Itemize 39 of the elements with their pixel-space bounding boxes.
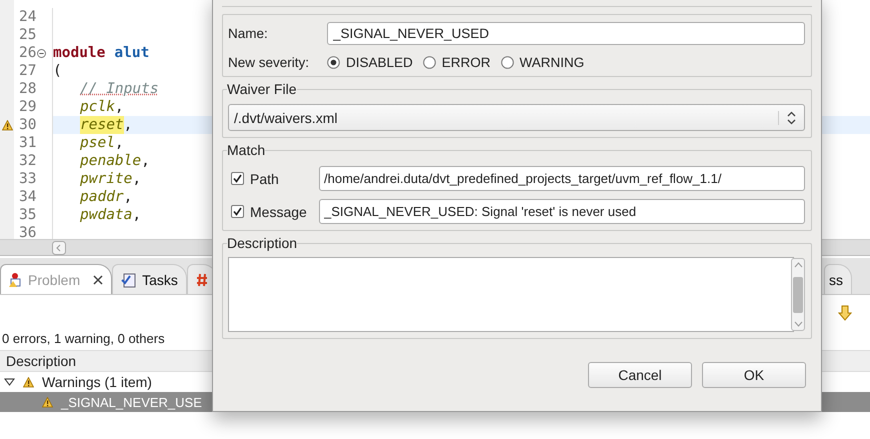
code-token: ,: [124, 188, 132, 206]
line-number: 31: [19, 134, 36, 152]
code-token: paddr: [80, 188, 124, 206]
line-number: 35: [19, 206, 36, 224]
line-number: 36: [19, 224, 36, 242]
group-title: Description: [227, 235, 298, 251]
code-token: alut: [114, 44, 150, 62]
code-token: // Inputs: [80, 80, 159, 98]
line-number: 29: [19, 98, 36, 116]
tree-label: Warnings (1 item): [42, 374, 152, 390]
line-number: 25: [19, 26, 36, 44]
group-title: Match: [227, 142, 266, 158]
code-token: pwrite: [80, 170, 132, 188]
line-number: 27: [19, 62, 36, 80]
field-label: Name:: [228, 26, 269, 41]
code-token: ,: [132, 206, 142, 224]
code-token: (: [53, 62, 62, 80]
code-token: ,: [114, 134, 124, 152]
code-token: psel: [80, 134, 115, 152]
code-token: module: [53, 44, 106, 62]
code-token: pclk: [80, 98, 115, 116]
code-token: ,: [132, 170, 142, 188]
line-number: 30: [19, 116, 36, 134]
problems-summary: 0 errors, 1 warning, 0 others: [1, 330, 166, 348]
code-token: pwdata: [80, 206, 132, 224]
code-token: reset: [80, 116, 124, 134]
code-token: ,: [124, 116, 132, 134]
line-number: 24: [19, 8, 36, 26]
code-token: penable: [80, 152, 142, 170]
line-number: 34: [19, 188, 36, 206]
group-title: Waiver File: [227, 81, 296, 97]
line-number: 33: [19, 170, 36, 188]
line-number: 28: [19, 80, 36, 98]
line-number: 32: [19, 152, 36, 170]
line-number: 26: [19, 44, 36, 62]
field-label: New severity:: [228, 55, 310, 70]
tree-label: _SIGNAL_NEVER_USE: [61, 394, 202, 410]
code-token: ,: [141, 152, 150, 170]
code-token: ,: [114, 98, 124, 116]
